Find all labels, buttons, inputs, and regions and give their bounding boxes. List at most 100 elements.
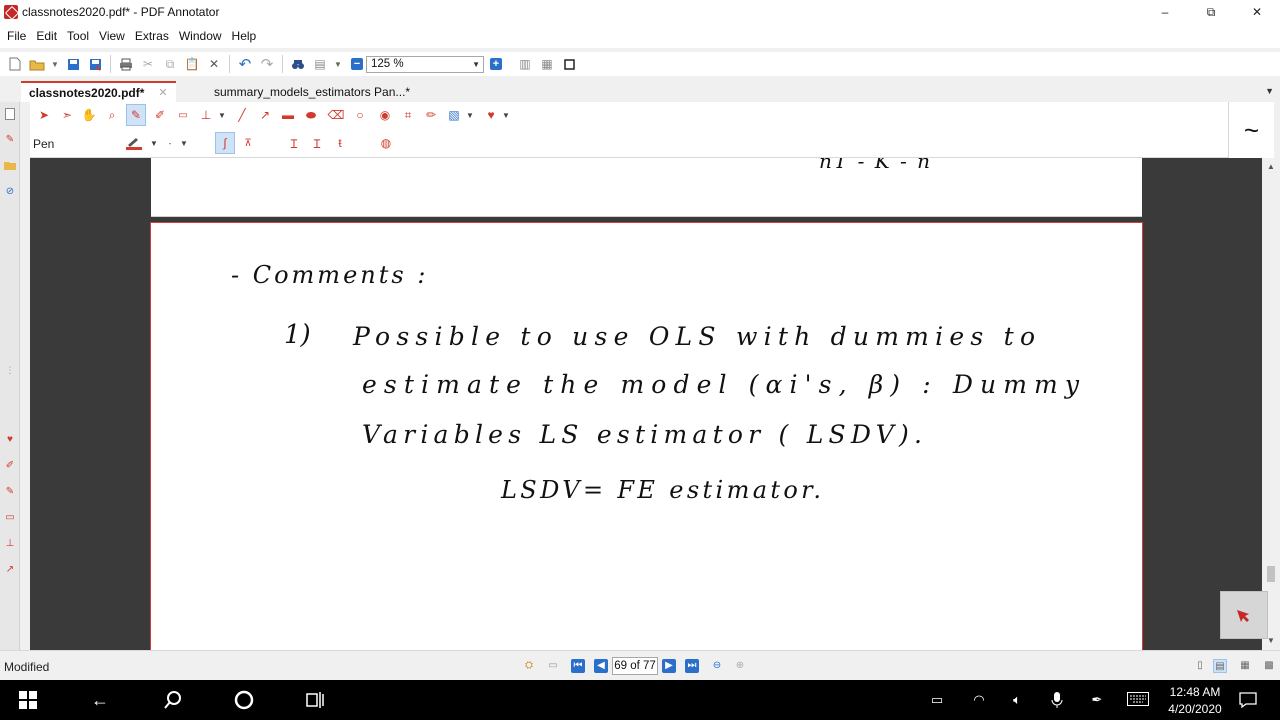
- clock-time[interactable]: 12:48 AM: [1166, 685, 1224, 699]
- redo-icon[interactable]: ↷: [256, 53, 278, 75]
- image-tool-icon[interactable]: ▭: [4, 512, 16, 524]
- attachment-clip-icon[interactable]: ⊘: [4, 186, 16, 198]
- paste-icon[interactable]: 📋: [181, 53, 203, 75]
- zoom-out-icon[interactable]: −: [351, 58, 363, 70]
- forward-icon[interactable]: ⊕: [733, 659, 747, 673]
- single-page-view-icon[interactable]: ▯: [1193, 659, 1207, 673]
- cut-icon[interactable]: ✂: [137, 53, 159, 75]
- save-as-icon[interactable]: [84, 53, 106, 75]
- pen-width-dropdown-icon[interactable]: ▼: [174, 132, 194, 154]
- back-arrow-icon[interactable]: ←: [90, 690, 110, 710]
- ellipse-tool-icon[interactable]: ⬬: [301, 104, 321, 126]
- bookmark-folder-icon[interactable]: [4, 160, 16, 172]
- text-cursor-icon[interactable]: Ɪ: [284, 132, 304, 154]
- page-layout-dropdown-icon[interactable]: ▼: [331, 53, 345, 75]
- tab-summary-models[interactable]: summary_models_estimators Pan...*: [206, 81, 418, 102]
- annotation-pen-icon[interactable]: ✎: [4, 134, 16, 146]
- lasso-tool-icon[interactable]: ○: [350, 104, 370, 126]
- scroll-down-arrow-icon[interactable]: ▼: [1267, 636, 1275, 645]
- text-underline-icon[interactable]: Ɪ: [307, 132, 327, 154]
- open-dropdown-icon[interactable]: ▼: [48, 53, 62, 75]
- magnifier-icon[interactable]: ⌕: [102, 104, 122, 126]
- smooth-stroke-toggle[interactable]: ∫: [215, 132, 235, 154]
- next-page-button[interactable]: ▶: [662, 659, 676, 673]
- copy-icon[interactable]: ⧉: [159, 53, 181, 75]
- highlighter-tool-icon[interactable]: ✐: [150, 104, 170, 126]
- two-page-view-icon[interactable]: ▦: [1238, 659, 1252, 673]
- zoom-dropdown-icon[interactable]: ▼: [472, 60, 480, 69]
- pencil-tool-icon[interactable]: ✏: [421, 104, 441, 126]
- fullscreen-icon[interactable]: [558, 53, 580, 75]
- menu-extras[interactable]: Extras: [130, 29, 174, 43]
- bookmark-nav-icon[interactable]: ⛭: [522, 659, 536, 673]
- favorites-dropdown-icon[interactable]: ▼: [496, 104, 516, 126]
- tab-classnotes2020[interactable]: classnotes2020.pdf* ✕: [21, 81, 176, 102]
- restore-button[interactable]: ⧉: [1188, 0, 1234, 24]
- page-layout-icon[interactable]: ▤: [309, 53, 331, 75]
- splitter-grip-icon[interactable]: ⋮: [4, 364, 16, 376]
- microphone-icon[interactable]: [1048, 692, 1066, 708]
- scrollbar-thumb[interactable]: [1267, 566, 1275, 582]
- pen-color-picker[interactable]: [124, 132, 144, 154]
- menu-help[interactable]: Help: [227, 29, 262, 43]
- notifications-icon[interactable]: [1238, 692, 1258, 709]
- undo-icon[interactable]: ↶: [234, 53, 256, 75]
- tabs-dropdown-icon[interactable]: ▼: [1265, 86, 1274, 96]
- find-binoculars-icon[interactable]: [287, 53, 309, 75]
- line-tool-icon[interactable]: ╱: [232, 104, 252, 126]
- text-strike-icon[interactable]: ŧ: [330, 132, 350, 154]
- select-arrow-icon[interactable]: ➤: [34, 104, 54, 126]
- scroll-up-arrow-icon[interactable]: ▲: [1267, 162, 1275, 171]
- menu-edit[interactable]: Edit: [31, 29, 62, 43]
- touch-keyboard-icon[interactable]: [1126, 692, 1150, 708]
- two-page-continuous-icon[interactable]: ▩: [1262, 659, 1276, 673]
- continuous-view-icon[interactable]: ▤: [1213, 659, 1227, 673]
- search-icon[interactable]: [163, 690, 183, 710]
- previous-page-button[interactable]: ◀: [594, 659, 608, 673]
- close-window-button[interactable]: ✕: [1234, 0, 1280, 24]
- close-tab-icon[interactable]: ✕: [158, 86, 167, 99]
- arrow-line-tool-icon[interactable]: ↗: [255, 104, 275, 126]
- back-icon[interactable]: ⊖: [710, 659, 724, 673]
- delete-icon[interactable]: ✕: [203, 53, 225, 75]
- open-folder-icon[interactable]: [26, 53, 48, 75]
- text-box-icon[interactable]: ▭: [173, 104, 193, 126]
- crop-tool-icon[interactable]: ⌗: [398, 104, 418, 126]
- last-page-button[interactable]: ⏭: [685, 659, 699, 673]
- volume-icon[interactable]: 🔈︎: [1008, 692, 1026, 708]
- menu-window[interactable]: Window: [174, 29, 227, 43]
- pen-tool-button[interactable]: ✎: [126, 104, 146, 126]
- task-view-icon[interactable]: [306, 690, 326, 710]
- first-page-button[interactable]: ⏮: [571, 659, 585, 673]
- print-icon[interactable]: [115, 53, 137, 75]
- favorites-heart-icon[interactable]: ♥: [4, 434, 16, 446]
- eraser-tool-icon[interactable]: ⌫: [326, 104, 346, 126]
- marker-icon[interactable]: ✎: [4, 486, 16, 498]
- document-viewport[interactable]: nT - K - n - Comments : 1) Possible to u…: [30, 158, 1262, 650]
- menu-file[interactable]: File: [2, 29, 31, 43]
- fit-page-icon[interactable]: ▦: [536, 53, 558, 75]
- select-text-icon[interactable]: ➣: [57, 104, 77, 126]
- add-favorite-icon[interactable]: ◍: [376, 132, 396, 154]
- wifi-icon[interactable]: ◠: [970, 692, 988, 708]
- battery-icon[interactable]: ▭: [928, 692, 946, 708]
- stamp-icon[interactable]: ⊥: [4, 538, 16, 550]
- page-nav-icon[interactable]: ▭: [546, 659, 560, 673]
- minimize-button[interactable]: ‒: [1142, 0, 1188, 24]
- vertical-scrollbar[interactable]: ▲ ▼: [1262, 158, 1280, 650]
- image-dropdown-icon[interactable]: ▼: [460, 104, 480, 126]
- fit-width-icon[interactable]: ▥: [514, 53, 536, 75]
- clock-date[interactable]: 4/20/2020: [1164, 702, 1226, 716]
- quick-tool-button[interactable]: [1220, 591, 1268, 639]
- camera-tool-icon[interactable]: ◉: [375, 104, 395, 126]
- hand-icon[interactable]: ✋: [79, 104, 99, 126]
- new-document-icon[interactable]: [4, 53, 26, 75]
- menu-tool[interactable]: Tool: [62, 29, 94, 43]
- start-windows-icon[interactable]: [18, 690, 38, 710]
- menu-view[interactable]: View: [94, 29, 130, 43]
- pressure-toggle-icon[interactable]: ⊼: [238, 132, 258, 154]
- pen-workspace-icon[interactable]: ✒: [1088, 692, 1106, 708]
- highlighter-icon[interactable]: ✐: [4, 460, 16, 472]
- ink-mode-button[interactable]: ~: [1228, 102, 1274, 158]
- stamp-dropdown-icon[interactable]: ▼: [212, 104, 232, 126]
